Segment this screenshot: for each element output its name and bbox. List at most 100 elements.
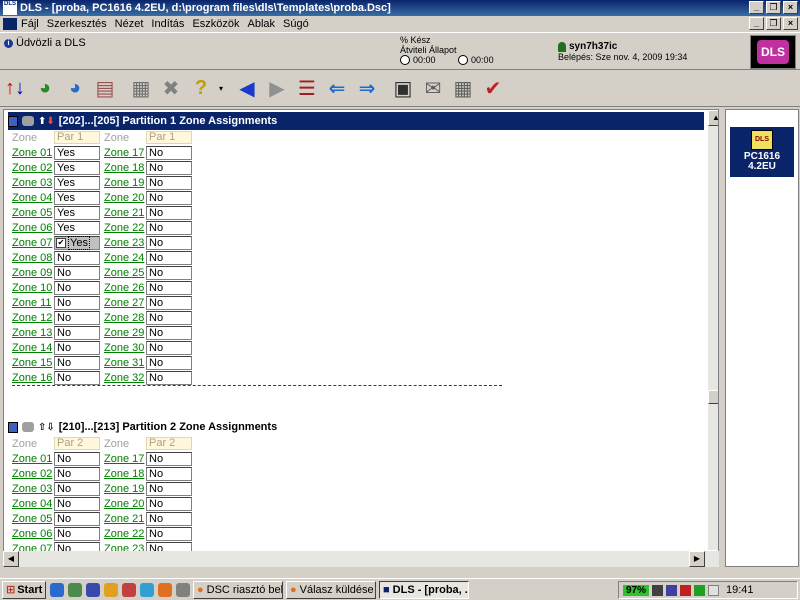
zone-link[interactable]: Zone 21 <box>104 207 146 219</box>
zone-link[interactable]: Zone 04 <box>12 498 54 510</box>
save-button[interactable]: ▣ <box>388 74 418 104</box>
horizontal-scrollbar[interactable]: ◀ ▶ <box>3 551 719 567</box>
minimize-button[interactable]: _ <box>749 1 764 14</box>
assignment-cell[interactable]: No <box>54 451 100 466</box>
network-icon[interactable] <box>666 584 678 596</box>
menu-file[interactable]: Fájl <box>21 18 39 30</box>
assignment-cell[interactable]: No <box>146 235 192 250</box>
assignment-cell[interactable]: No <box>54 325 100 340</box>
zone-link[interactable]: Zone 20 <box>104 498 146 510</box>
zone-link[interactable]: Zone 20 <box>104 192 146 204</box>
zone-link[interactable]: Zone 27 <box>104 297 146 309</box>
assignment-cell[interactable]: Yes <box>54 220 100 235</box>
back-button[interactable]: ◀ <box>232 74 262 104</box>
update-icon[interactable] <box>694 584 706 596</box>
scroll-left-button[interactable]: ◀ <box>3 551 19 567</box>
firefox-icon[interactable] <box>158 582 172 597</box>
menu-view[interactable]: Nézet <box>115 18 144 30</box>
zone-link[interactable]: Zone 17 <box>104 453 146 465</box>
assignment-cell[interactable]: No <box>146 160 192 175</box>
zone-link[interactable]: Zone 03 <box>12 177 54 189</box>
assignment-cell[interactable]: No <box>146 310 192 325</box>
scroll-up-button[interactable]: ▲ <box>708 110 718 126</box>
assignment-cell[interactable]: Yes <box>54 145 100 160</box>
menu-window[interactable]: Ablak <box>248 18 276 30</box>
zone-link[interactable]: Zone 05 <box>12 207 54 219</box>
zone-link[interactable]: Zone 22 <box>104 222 146 234</box>
assignment-cell[interactable]: No <box>146 496 192 511</box>
globe-upload-button[interactable]: ◕ <box>30 74 60 104</box>
explorer-icon[interactable] <box>68 582 82 597</box>
assignment-cell[interactable]: No <box>146 325 192 340</box>
section-header-partition-1[interactable]: ⬆⬇ [202]...[205] Partition 1 Zone Assign… <box>8 112 704 130</box>
scroll-thumb[interactable] <box>708 390 718 404</box>
device-item[interactable]: DLS PC1616 4.2EU <box>730 127 794 177</box>
zone-link[interactable]: Zone 17 <box>104 147 146 159</box>
zone-link[interactable]: Zone 12 <box>12 312 54 324</box>
zone-link[interactable]: Zone 21 <box>104 513 146 525</box>
question-sheet-button[interactable]: ? <box>186 74 216 104</box>
assignment-cell[interactable]: Yes <box>54 190 100 205</box>
assignment-cell[interactable]: No <box>146 190 192 205</box>
assignment-cell[interactable]: No <box>54 310 100 325</box>
battery-indicator[interactable]: 97% <box>623 584 650 596</box>
zone-link[interactable]: Zone 19 <box>104 177 146 189</box>
zone-link[interactable]: Zone 02 <box>12 162 54 174</box>
assignment-cell[interactable]: ✔ Yes <box>54 235 100 250</box>
zone-link[interactable]: Zone 10 <box>12 282 54 294</box>
zone-link[interactable]: Zone 02 <box>12 468 54 480</box>
volume-icon[interactable] <box>708 584 720 596</box>
import-button[interactable]: ⇐ <box>322 74 352 104</box>
assignment-cell[interactable]: No <box>146 451 192 466</box>
assignment-cell[interactable]: No <box>54 496 100 511</box>
assignment-cell[interactable]: No <box>54 280 100 295</box>
tool-icon[interactable] <box>176 582 190 597</box>
zone-link[interactable]: Zone 15 <box>12 357 54 369</box>
task-dsc[interactable]: ●DSC riasztó bek... <box>193 580 283 599</box>
task-dls[interactable]: ■ DLS - [proba, ... <box>379 580 469 599</box>
zone-link[interactable]: Zone 06 <box>12 528 54 540</box>
zone-link[interactable]: Zone 31 <box>104 357 146 369</box>
assignment-cell[interactable]: Yes <box>54 205 100 220</box>
printer-button[interactable]: ▦ <box>126 74 156 104</box>
assignment-cell[interactable]: No <box>146 466 192 481</box>
upload-download-button[interactable]: ↑ ↓ <box>0 74 30 104</box>
zone-link[interactable]: Zone 04 <box>12 192 54 204</box>
zone-link[interactable]: Zone 01 <box>12 147 54 159</box>
assignment-cell[interactable]: No <box>54 481 100 496</box>
zone-link[interactable]: Zone 01 <box>12 453 54 465</box>
assignment-cell[interactable]: No <box>146 355 192 370</box>
checklist-button[interactable]: ✔ <box>478 74 508 104</box>
menu-tools[interactable]: Eszközök <box>192 18 239 30</box>
save-icon[interactable] <box>86 582 100 597</box>
close-button[interactable]: × <box>783 1 798 14</box>
clock[interactable]: 19:41 <box>726 584 754 596</box>
zone-link[interactable]: Zone 05 <box>12 513 54 525</box>
assignment-cell[interactable]: No <box>146 205 192 220</box>
globe-download-button[interactable]: ◕ <box>60 74 90 104</box>
task-reply[interactable]: ●Válasz küldése ... <box>286 580 376 599</box>
list-button[interactable]: ☰ <box>292 74 322 104</box>
zone-link[interactable]: Zone 32 <box>104 372 146 384</box>
dropdown-arrow[interactable]: ▾ <box>216 74 226 104</box>
zone-link[interactable]: Zone 26 <box>104 282 146 294</box>
assignment-cell[interactable]: No <box>54 526 100 541</box>
menu-start[interactable]: Indítás <box>151 18 184 30</box>
forward-button[interactable]: ▶ <box>262 74 292 104</box>
assignment-cell[interactable]: No <box>54 250 100 265</box>
mdi-minimize-button[interactable]: _ <box>749 17 764 30</box>
zone-link[interactable]: Zone 22 <box>104 528 146 540</box>
assignment-cell[interactable]: No <box>54 265 100 280</box>
zone-link[interactable]: Zone 09 <box>12 267 54 279</box>
start-button[interactable]: ⊞ Start <box>2 580 46 599</box>
scroll-right-button[interactable]: ▶ <box>689 551 705 567</box>
assignment-cell[interactable]: No <box>54 370 100 385</box>
assignment-cell[interactable]: No <box>54 340 100 355</box>
assignment-cell[interactable]: No <box>146 250 192 265</box>
assignment-cell[interactable]: No <box>146 481 192 496</box>
assignment-cell[interactable]: No <box>54 466 100 481</box>
assignment-cell[interactable]: No <box>54 355 100 370</box>
assignment-cell[interactable]: No <box>146 340 192 355</box>
zone-link[interactable]: Zone 19 <box>104 483 146 495</box>
zone-link[interactable]: Zone 18 <box>104 162 146 174</box>
